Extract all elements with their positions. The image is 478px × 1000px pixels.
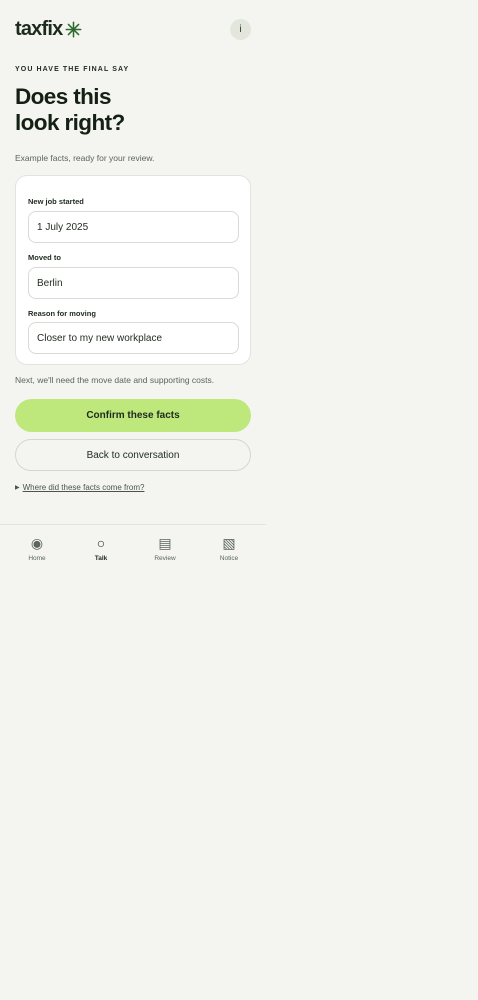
review-icon: ▤ bbox=[158, 534, 172, 551]
logo-text: taxfix bbox=[15, 17, 63, 40]
info-button[interactable]: i bbox=[230, 18, 251, 40]
confirm-facts-button[interactable]: Confirm these facts bbox=[15, 399, 251, 432]
page-title-line-1: Does this bbox=[15, 84, 111, 109]
moved-to-label: Moved to bbox=[28, 253, 61, 262]
nav-item-talk[interactable]: ○ Talk bbox=[76, 532, 126, 570]
asterisk-icon bbox=[65, 21, 82, 37]
top-header: taxfix i bbox=[15, 16, 251, 42]
disclosure-triangle-icon: ▶ bbox=[15, 485, 20, 491]
new-job-started-field[interactable] bbox=[28, 211, 239, 243]
page-subtitle: Example facts, ready for your review. bbox=[15, 153, 155, 163]
nav-label-home: Home bbox=[28, 555, 46, 562]
moved-to-field[interactable] bbox=[28, 267, 239, 299]
app-screen: taxfix i YOU HAVE THE FINAL SAY Does thi… bbox=[0, 0, 266, 1000]
logo: taxfix bbox=[15, 18, 82, 41]
nav-label-review: Review bbox=[154, 555, 176, 562]
home-icon: ◉ bbox=[30, 534, 44, 551]
next-steps-note: Next, we'll need the move date and suppo… bbox=[15, 375, 215, 385]
talk-icon: ○ bbox=[96, 535, 106, 551]
page-title: Does this look right? bbox=[15, 84, 215, 136]
eyebrow-label: YOU HAVE THE FINAL SAY bbox=[15, 66, 130, 73]
nav-item-notice[interactable]: ▧ Notice bbox=[204, 532, 254, 570]
page-title-line-2: look right? bbox=[15, 110, 125, 135]
new-job-started-label: New job started bbox=[28, 197, 84, 206]
reason-for-moving-label: Reason for moving bbox=[28, 309, 96, 318]
nav-item-home[interactable]: ◉ Home bbox=[12, 532, 62, 570]
facts-source-link[interactable]: Where did these facts come from? bbox=[23, 483, 145, 492]
facts-source-disclosure[interactable]: ▶ Where did these facts come from? bbox=[15, 483, 144, 492]
info-icon: i bbox=[239, 23, 242, 35]
reason-for-moving-field[interactable] bbox=[28, 322, 239, 354]
nav-label-notice: Notice bbox=[219, 555, 239, 562]
nav-divider bbox=[0, 524, 266, 525]
nav-item-review[interactable]: ▤ Review bbox=[140, 532, 190, 570]
nav-label-talk: Talk bbox=[94, 555, 108, 562]
back-to-conversation-button[interactable]: Back to conversation bbox=[15, 439, 251, 471]
bottom-nav: ◉ Home ○ Talk ▤ Review ▧ Notice bbox=[0, 532, 266, 572]
facts-card: New job started Moved to Reason for movi… bbox=[15, 175, 251, 365]
notice-icon: ▧ bbox=[222, 534, 236, 551]
